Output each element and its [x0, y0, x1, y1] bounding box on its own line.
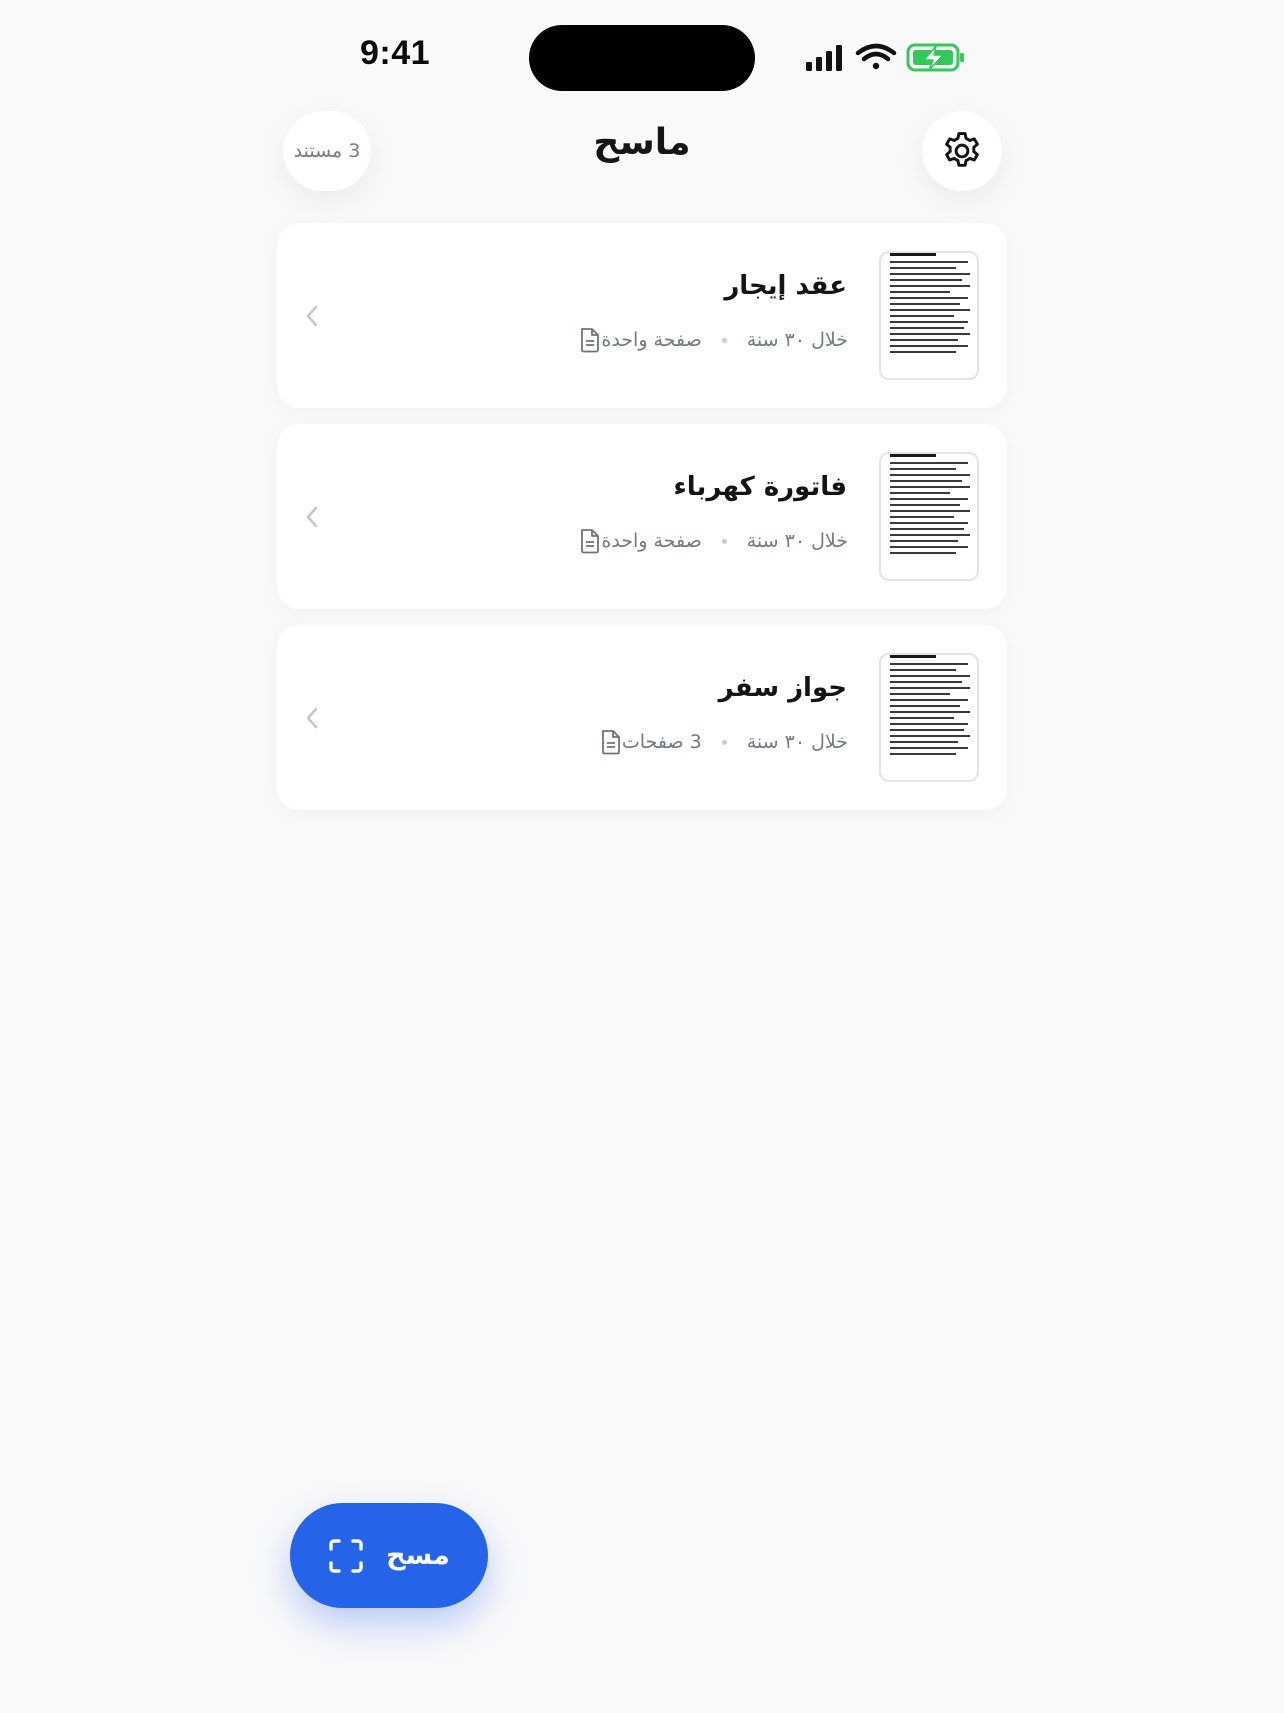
status-time: 9:41 [359, 34, 431, 72]
scan-frame-icon [328, 1538, 364, 1574]
file-icon [579, 327, 601, 353]
scan-button-label: مسح [386, 1540, 450, 1571]
document-card[interactable]: جواز سفر 3 صفحات خلال ٣٠ سنة [277, 625, 1007, 810]
separator-dot [721, 538, 727, 544]
document-time: خلال ٣٠ سنة [746, 329, 848, 351]
document-card[interactable]: عقد إيجار صفحة واحدة خلال ٣٠ سنة [277, 223, 1007, 408]
document-card[interactable]: فاتورة كهرباء صفحة واحدة خلال ٣٠ سنة [277, 424, 1007, 609]
chevron-left-icon [306, 506, 318, 528]
chevron-left-icon [306, 305, 318, 327]
separator-dot [721, 739, 727, 745]
scan-button[interactable]: مسح [290, 1503, 488, 1608]
document-list: عقد إيجار صفحة واحدة خلال ٣٠ سنة فاتورة … [277, 223, 1007, 826]
document-meta: صفحة واحدة خلال ٣٠ سنة [563, 528, 848, 554]
document-thumbnail [879, 653, 979, 782]
status-icons [806, 40, 966, 76]
document-thumbnail [879, 452, 979, 581]
cellular-signal-icon [806, 45, 842, 71]
document-pages: صفحة واحدة [601, 530, 702, 552]
document-count-badge: 3 مستند [283, 111, 371, 191]
document-meta: صفحة واحدة خلال ٣٠ سنة [563, 327, 848, 353]
wifi-icon [855, 43, 897, 70]
document-pages: 3 صفحات [621, 731, 702, 753]
gear-icon [945, 132, 979, 167]
file-icon [600, 729, 622, 755]
separator-dot [721, 337, 727, 343]
settings-button[interactable] [922, 111, 1002, 191]
file-icon [579, 528, 601, 554]
document-title: جواز سفر [718, 673, 847, 703]
document-thumbnail [879, 251, 979, 380]
document-pages: صفحة واحدة [601, 329, 702, 351]
document-time: خلال ٣٠ سنة [746, 731, 848, 753]
document-title: عقد إيجار [724, 271, 847, 301]
document-time: خلال ٣٠ سنة [746, 530, 848, 552]
battery-charging-icon [906, 43, 964, 72]
document-meta: 3 صفحات خلال ٣٠ سنة [584, 729, 848, 755]
chevron-left-icon [306, 707, 318, 729]
page-title: ماسح [593, 122, 691, 163]
document-title: فاتورة كهرباء [673, 472, 848, 502]
dynamic-island [529, 25, 755, 91]
app-screen: 9:41 3 مستند ماسح عقد إيجار صفحة واحدة خ… [0, 0, 1284, 1713]
